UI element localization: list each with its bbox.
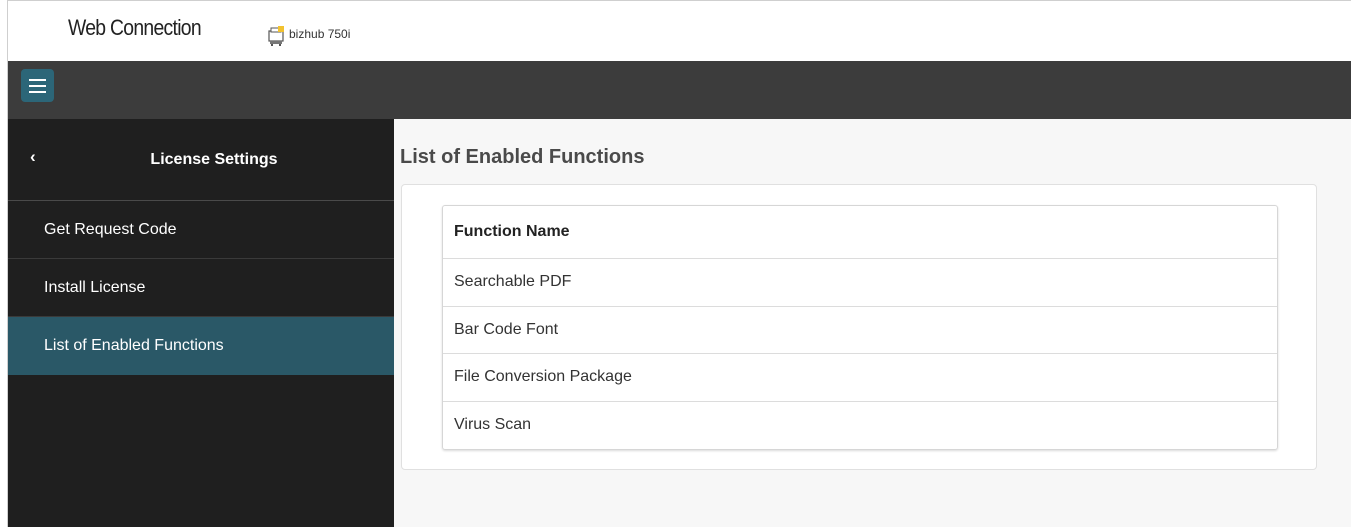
page-title: List of Enabled Functions [400,146,645,168]
hamburger-menu-icon [29,78,46,81]
table-header: Function Name [443,206,1277,259]
device-name: bizhub 750i [289,27,351,41]
sidebar-item-label: Get Request Code [44,220,177,238]
printer-icon [266,25,286,47]
sidebar: ‹ License Settings Get Request Code Inst… [8,119,394,527]
table-row: Searchable PDF [443,259,1277,307]
sidebar-item-label: List of Enabled Functions [44,336,224,354]
sidebar-title: License Settings [150,151,278,168]
functions-table: Function Name Searchable PDF Bar Code Fo… [442,205,1278,450]
top-header: Web Connection bizhub 750i [8,1,1351,61]
navbar [8,61,1351,119]
sidebar-item-get-request-code[interactable]: Get Request Code [8,201,394,259]
sidebar-item-label: Install License [44,278,146,296]
brand-title: Web Connection [68,15,202,40]
table-row: File Conversion Package [443,354,1277,402]
sidebar-item-install-license[interactable]: Install License [8,259,394,317]
content-panel: Function Name Searchable PDF Bar Code Fo… [401,184,1317,470]
sidebar-header: ‹ License Settings [8,119,394,201]
main-content: List of Enabled Functions Function Name … [394,119,1351,527]
app-frame: Web Connection bizhub 750i ‹ License Set… [7,0,1351,527]
hamburger-menu-button[interactable] [21,69,54,102]
table-row: Virus Scan [454,416,532,434]
table-row: Bar Code Font [443,307,1277,354]
sidebar-item-list-of-enabled-functions[interactable]: List of Enabled Functions [8,317,394,375]
